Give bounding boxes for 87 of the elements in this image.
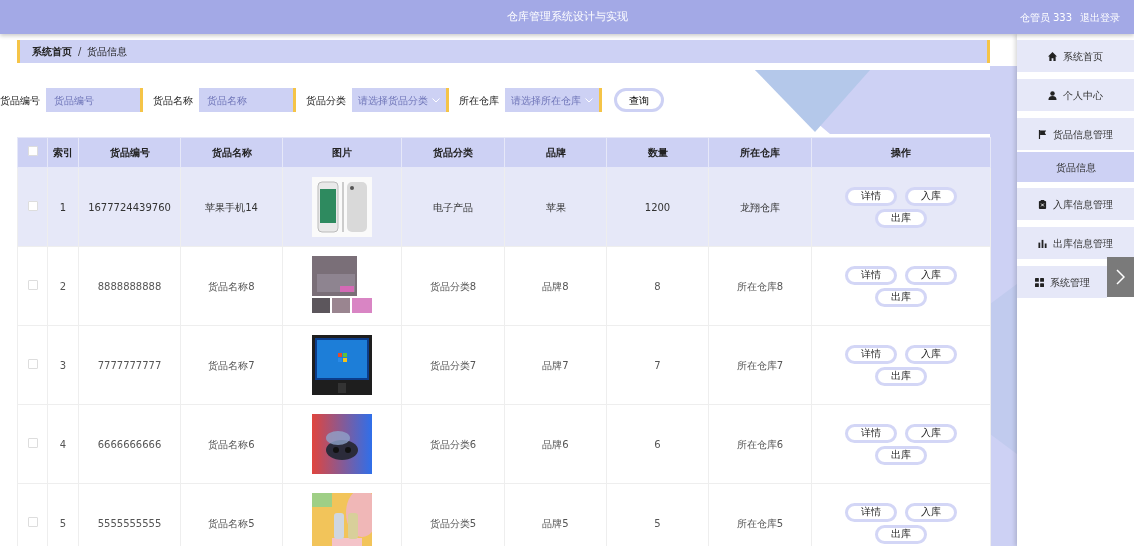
app-title: 仓库管理系统设计与实现 [506,8,628,25]
table-cell: 所在仓库7 [708,325,812,405]
field-label: 货品名称 [153,93,193,108]
table-cell: 所在仓库8 [708,246,812,326]
action-button[interactable]: 出库 [875,287,927,307]
table-cell: 品牌8 [504,246,607,326]
table-cell: 4 [47,404,79,484]
column-header: 品牌 [504,137,607,168]
table-cell: 品牌7 [504,325,607,405]
checkbox[interactable] [27,279,38,290]
column-header: 货品分类 [401,137,505,168]
sidebar-item[interactable]: 系统管理 [1017,266,1107,298]
sidebar-item[interactable]: 个人中心 [1017,79,1134,111]
breadcrumb-separator: / [78,45,82,59]
sidebar-item[interactable]: 货品信息管理 [1017,118,1134,150]
table-cell: 1677724439760 [78,167,181,247]
table-cell: 货品分类6 [401,404,505,484]
action-button[interactable]: 出库 [875,445,927,465]
input-field[interactable]: 货品编号 [46,88,143,112]
input-field[interactable]: 货品名称 [199,88,296,112]
action-button[interactable]: 详情 [845,186,897,206]
action-button[interactable]: 详情 [845,344,897,364]
chevron-down-icon [432,97,440,103]
action-button[interactable]: 详情 [845,423,897,443]
table-cell: 7 [606,325,709,405]
table-cell: 8 [606,246,709,326]
table-cell: 8888888888 [78,246,181,326]
action-button[interactable]: 详情 [845,502,897,522]
search-button[interactable]: 查询 [614,88,664,112]
action-button[interactable]: 入库 [905,344,957,364]
column-header: 货品编号 [78,137,181,168]
column-header: 图片 [282,137,402,168]
user-icon [1048,90,1057,100]
field-label: 货品分类 [306,93,346,108]
next-button[interactable] [1107,257,1134,297]
checkbox[interactable] [27,437,38,448]
chevron-right-icon [1116,269,1125,285]
table-cell: 2 [47,246,79,326]
sidebar-item[interactable]: 出库信息管理 [1017,227,1134,259]
user-name: 仓管员 333 [1019,11,1072,25]
table-cell: 1 [47,167,79,247]
table-cell: 所在仓库6 [708,404,812,484]
table-cell: 货品名称8 [180,246,283,326]
table-cell: 3 [47,325,79,405]
action-button[interactable]: 入库 [905,186,957,206]
table-cell: 1200 [606,167,709,247]
column-header: 操作 [811,137,991,168]
column-header: 数量 [606,137,709,168]
table-cell: 电子产品 [401,167,505,247]
column-header: 货品名称 [180,137,283,168]
table-cell: 货品分类8 [401,246,505,326]
field-label: 货品编号 [0,93,40,108]
flag-icon [1038,129,1047,139]
breadcrumb-current: 货品信息 [87,45,128,59]
checkbox[interactable] [27,516,38,527]
table-cell: 货品名称6 [180,404,283,484]
checkbox[interactable] [27,200,38,211]
action-button[interactable]: 出库 [875,366,927,386]
column-header: 所在仓库 [708,137,812,168]
action-button[interactable]: 入库 [905,423,957,443]
clipboard-icon [1038,199,1047,209]
table-cell: 龙翔仓库 [708,167,812,247]
grid-icon [1034,277,1044,287]
home-icon [1048,51,1057,61]
column-header: 索引 [47,137,79,168]
action-button[interactable]: 详情 [845,265,897,285]
sidebar-item[interactable]: 系统首页 [1017,40,1134,72]
table-cell: 6666666666 [78,404,181,484]
action-button[interactable]: 入库 [905,265,957,285]
checkbox[interactable] [27,358,38,369]
action-button[interactable]: 出库 [875,208,927,228]
table-cell: 货品名称7 [180,325,283,405]
checkbox[interactable] [27,146,38,156]
sidebar-subitem[interactable]: 货品信息 [1017,152,1134,182]
table-cell: 苹果 [504,167,607,247]
table-cell: 苹果手机14 [180,167,283,247]
chevron-down-icon [585,97,593,103]
table-cell: 7777777777 [78,325,181,405]
sidebar-item[interactable]: 入库信息管理 [1017,188,1134,220]
field-label: 所在仓库 [459,93,499,108]
table-cell: 品牌6 [504,404,607,484]
breadcrumb-link[interactable]: 系统首页 [32,44,72,59]
table-cell: 6 [606,404,709,484]
bar-chart-icon [1038,238,1047,248]
action-button[interactable]: 出库 [875,524,927,544]
table-cell: 货品分类7 [401,325,505,405]
action-button[interactable]: 入库 [905,502,957,522]
